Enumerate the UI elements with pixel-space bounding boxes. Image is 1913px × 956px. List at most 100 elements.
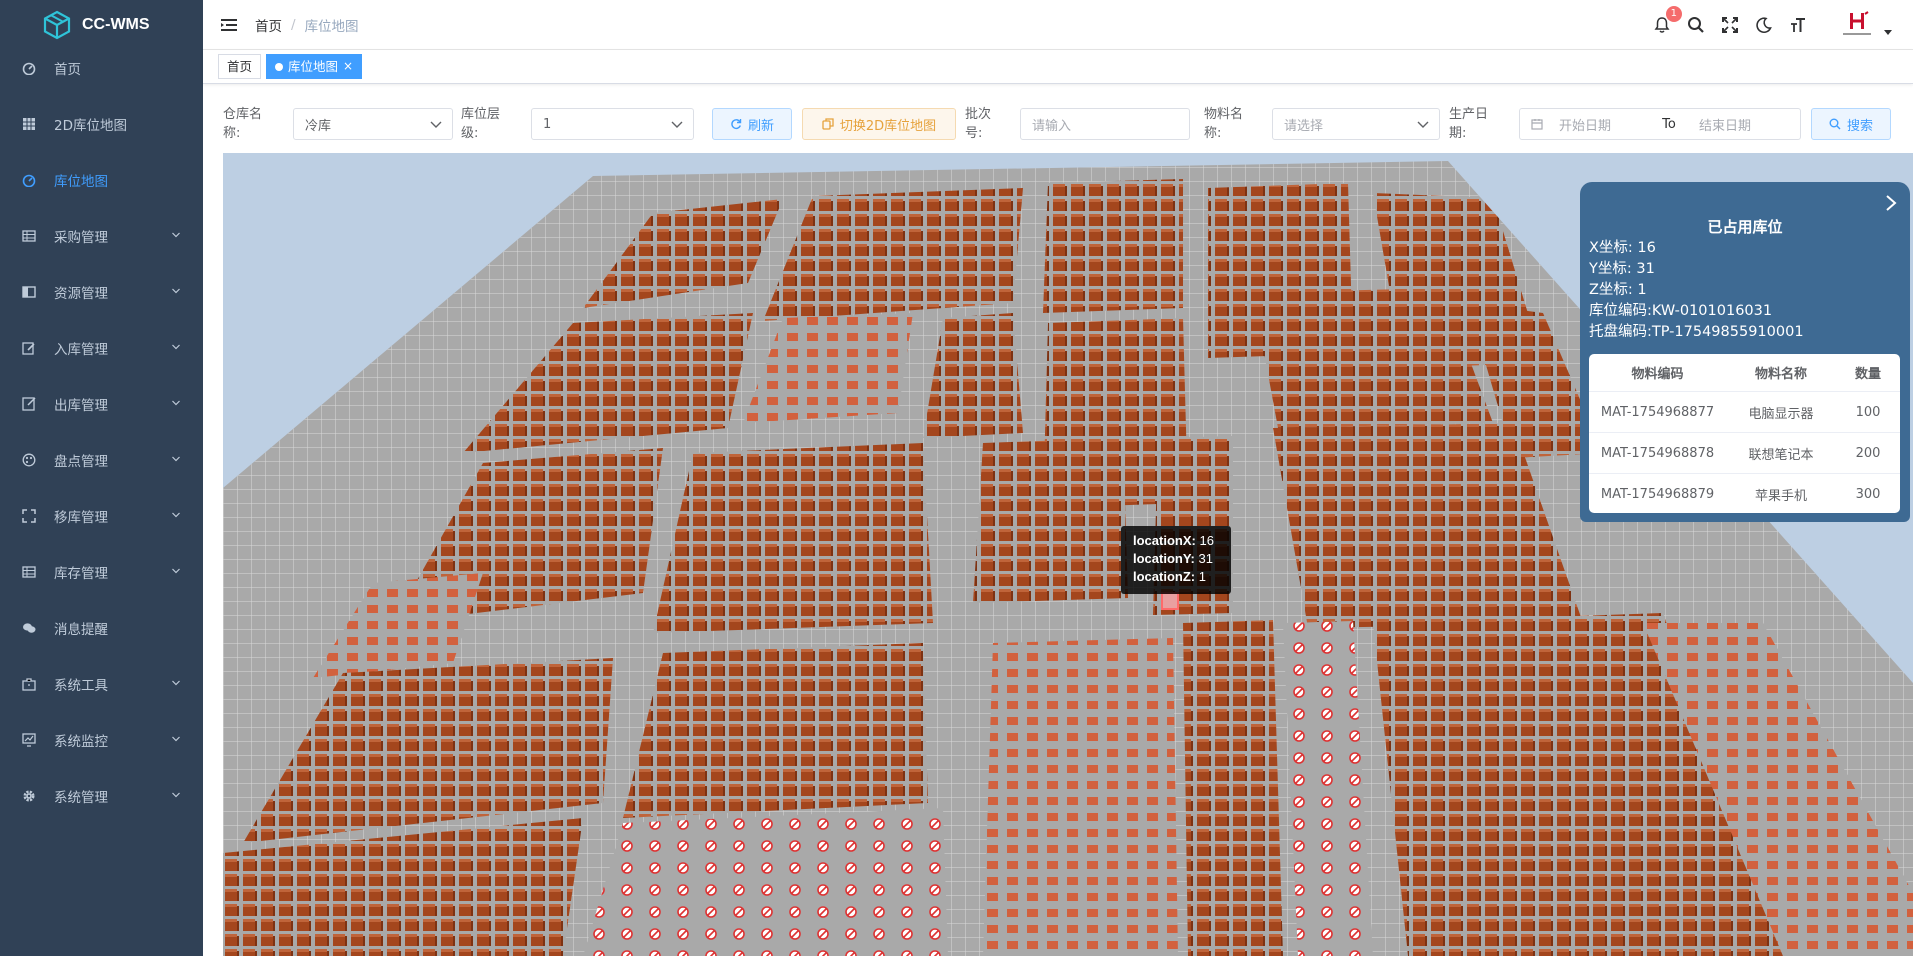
table-row[interactable]: MAT-1754968878 联想笔记本 200	[1589, 433, 1900, 474]
tooltip-z-key: locationZ:	[1133, 569, 1196, 584]
sidebar-item-inventory-check[interactable]: 盘点管理	[0, 432, 203, 488]
level-select[interactable]: 1	[531, 108, 694, 140]
tag-home-label: 首页	[227, 59, 253, 74]
chevron-right-icon[interactable]	[1884, 194, 1898, 212]
refresh-label: 刷新	[747, 118, 774, 134]
date-start-placeholder[interactable]: 开始日期	[1559, 115, 1649, 134]
sidebar-item-purchase[interactable]: 采购管理	[0, 208, 203, 264]
tag-location-map[interactable]: 库位地图 ×	[266, 54, 363, 79]
material-label: 物料名称:	[1204, 107, 1244, 141]
chevron-down-icon	[430, 121, 442, 128]
chevron-down-icon	[172, 344, 180, 350]
sidebar-item-label: 移库管理	[54, 510, 108, 526]
batch-input-placeholder: 请输入	[1032, 118, 1072, 134]
sidebar-item-label: 库存管理	[54, 566, 108, 582]
tag-home[interactable]: 首页	[218, 54, 262, 79]
fullscreen-icon	[22, 509, 36, 523]
hamburger-icon[interactable]	[219, 15, 239, 35]
breadcrumb-separator: /	[291, 16, 296, 33]
sidebar-item-label: 消息提醒	[54, 622, 108, 638]
search-icon	[1829, 118, 1841, 130]
sidebar-item-label: 盘点管理	[54, 454, 108, 470]
sidebar-item-label: 首页	[54, 62, 81, 78]
sidebar-item-system-tools[interactable]: 系统工具	[0, 656, 203, 712]
chevron-down-icon	[1417, 121, 1429, 128]
text-size-icon	[1791, 18, 1805, 32]
cell-material-code: MAT-1754968878	[1600, 445, 1715, 461]
notification-badge: 1	[1665, 6, 1682, 22]
tag-location-map-label: 库位地图	[288, 59, 339, 74]
table-header: 物料编码 物料名称 数量	[1589, 354, 1900, 392]
sidebar-item-label: 采购管理	[54, 230, 108, 246]
sidebar-item-system-monitor[interactable]: 系统监控	[0, 712, 203, 768]
tooltip-y-value: 31	[1198, 551, 1213, 566]
panel-title: 已占用库位	[1707, 218, 1783, 236]
refresh-button[interactable]: 刷新	[712, 108, 792, 140]
table-row[interactable]: MAT-1754968877 电脑显示器 100	[1589, 392, 1900, 433]
sidebar-menu: 首页 2D库位地图库位地图采购管理资源管理入库管理出库管理盘点管理移库管理库存管理…	[0, 40, 203, 824]
form-icon	[22, 397, 36, 411]
gear-icon	[23, 790, 35, 802]
sidebar-item-message[interactable]: 消息提醒	[0, 600, 203, 656]
dark-mode-button[interactable]	[1754, 15, 1774, 35]
storage-block	[583, 808, 948, 956]
search-button[interactable]: 搜索	[1811, 108, 1891, 140]
sidebar-item-outbound[interactable]: 出库管理	[0, 376, 203, 432]
panel-z-coordinate: Z坐标: 1	[1589, 282, 1647, 298]
date-end-placeholder[interactable]: 结束日期	[1699, 115, 1751, 134]
storage-block	[1183, 620, 1283, 956]
chevron-down-icon	[172, 792, 180, 798]
sidebar-item-inbound[interactable]: 入库管理	[0, 320, 203, 376]
sidebar-item-label: 库位地图	[54, 174, 108, 190]
navbar: 首页 / 库位地图 1	[203, 0, 1913, 50]
avatar[interactable]	[1837, 5, 1877, 45]
cell-quantity: 300	[1855, 486, 1881, 502]
warehouse-label: 仓库名称:	[223, 107, 263, 141]
batch-label: 批次号:	[965, 107, 992, 141]
active-dot-icon	[275, 62, 284, 71]
location-tooltip: locationX: 16 locationY: 31 locationZ: 1	[1121, 526, 1231, 594]
sidebar-item-2d-map[interactable]: 2D库位地图	[0, 96, 203, 152]
caret-down-icon[interactable]	[1883, 27, 1893, 37]
navbar-tools: 1	[1645, 0, 1913, 50]
tooltip-x-value: 16	[1199, 533, 1214, 548]
occupied-location-panel: 已占用库位 X坐标: 16 Y坐标: 31 Z坐标: 1 库位编码:KW-010…	[1580, 182, 1910, 522]
fullscreen-button[interactable]	[1720, 15, 1740, 35]
sidebar-item-resource[interactable]: 资源管理	[0, 264, 203, 320]
refresh-icon	[731, 119, 742, 130]
chevron-down-icon	[172, 456, 180, 462]
header-material-code: 物料编码	[1631, 367, 1684, 382]
warehouse-select[interactable]: 冷库	[293, 108, 453, 140]
sidebar-item-label: 入库管理	[54, 342, 108, 358]
notification-button[interactable]: 1	[1652, 6, 1682, 35]
sidebar-item-home[interactable]: 首页	[0, 40, 203, 96]
date-range-picker[interactable]: 开始日期 To 结束日期	[1519, 108, 1801, 140]
edit-icon	[22, 342, 35, 355]
material-select[interactable]: 请选择	[1272, 108, 1440, 140]
calendar-icon	[1531, 119, 1543, 130]
chevron-down-icon	[172, 512, 180, 518]
font-size-button[interactable]	[1788, 15, 1808, 35]
toolbox-icon	[22, 678, 36, 691]
production-date-label: 生产日期:	[1449, 107, 1489, 141]
fullscreen-icon	[1722, 17, 1738, 33]
tooltip-z-row: locationZ: 1	[1133, 568, 1231, 586]
sidebar-item-location-map[interactable]: 库位地图	[0, 152, 203, 208]
batch-input[interactable]: 请输入	[1020, 108, 1190, 140]
panel-pallet-code: 托盘编码:TP-17549855910001	[1589, 324, 1804, 340]
sidebar-item-stock[interactable]: 库存管理	[0, 544, 203, 600]
level-label: 库位层级:	[461, 107, 501, 141]
breadcrumb-home[interactable]: 首页	[255, 15, 282, 35]
sidebar-item-system-admin[interactable]: 系统管理	[0, 768, 203, 824]
copy-icon	[822, 118, 834, 130]
chevron-down-icon	[172, 680, 180, 686]
sidebar-item-transfer[interactable]: 移库管理	[0, 488, 203, 544]
chevron-down-icon	[172, 232, 180, 238]
selected-location-marker[interactable]	[1161, 592, 1179, 610]
switch-2d-map-button[interactable]: 切换2D库位地图	[802, 108, 956, 140]
sidebar-item-label: 系统管理	[54, 790, 108, 806]
close-icon[interactable]: ×	[343, 55, 353, 78]
search-button[interactable]	[1686, 15, 1706, 35]
table-row[interactable]: MAT-1754968879 苹果手机 300	[1589, 474, 1900, 513]
panel-location-code: 库位编码:KW-0101016031	[1589, 303, 1773, 319]
